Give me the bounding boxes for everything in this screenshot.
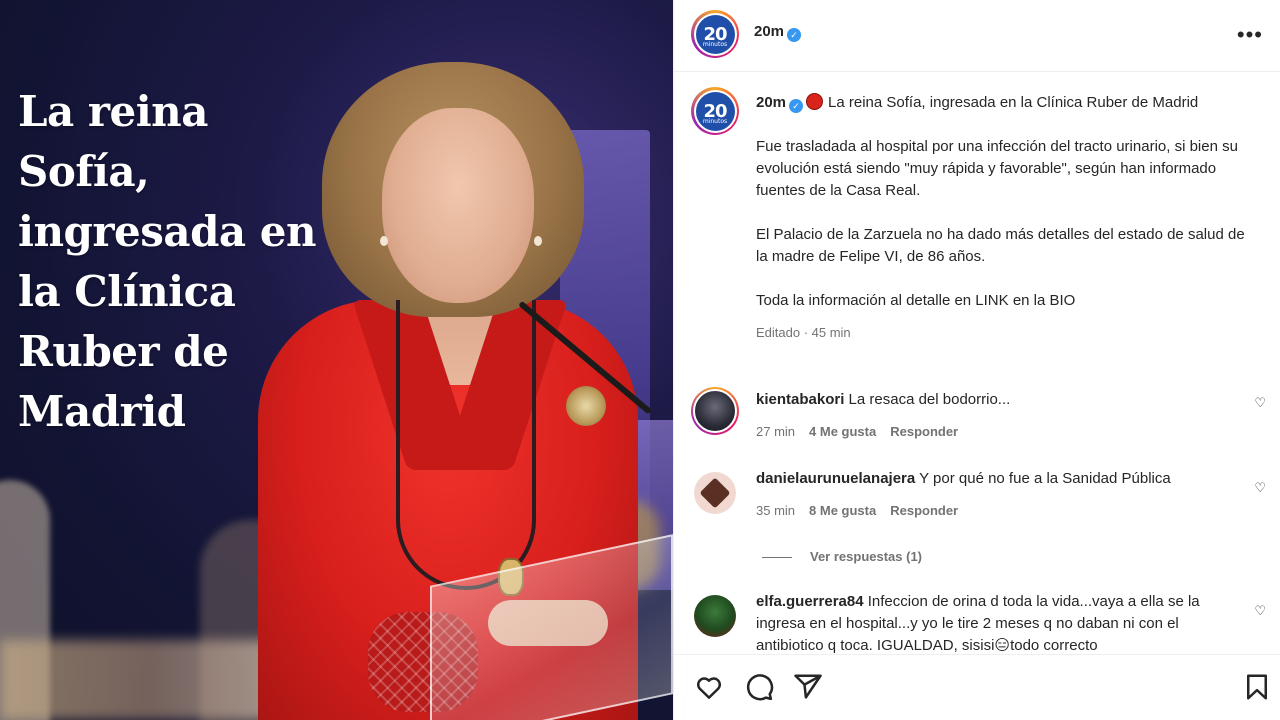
view-replies-button[interactable]: Ver respuestas (1) bbox=[762, 549, 922, 564]
caption-paragraph: Toda la información al detalle en LINK e… bbox=[756, 292, 1076, 309]
post-header: 20 minutos 20m ✓ ••• bbox=[674, 0, 1280, 72]
earring bbox=[380, 236, 388, 246]
comment-like-heart-icon[interactable]: ♡ bbox=[1254, 480, 1266, 496]
brooch bbox=[566, 386, 606, 426]
comment-likes[interactable]: 4 Me gusta bbox=[809, 424, 876, 439]
comment-username[interactable]: danielaurunuelanajera bbox=[756, 470, 915, 487]
send-icon[interactable] bbox=[793, 672, 823, 702]
comment-text: Y por qué no fue a la Sanidad Pública bbox=[919, 470, 1171, 487]
avatar-logo-subtext: minutos bbox=[702, 117, 728, 125]
face bbox=[382, 108, 534, 303]
avatar-logo-subtext: minutos bbox=[702, 40, 728, 48]
comment-like-heart-icon[interactable]: ♡ bbox=[1254, 395, 1266, 411]
post-actions-bar bbox=[674, 654, 1280, 720]
heart-icon[interactable] bbox=[694, 672, 724, 702]
comment-avatar[interactable] bbox=[694, 472, 736, 514]
comment-time: 27 min bbox=[756, 424, 796, 439]
comment-icon[interactable] bbox=[744, 672, 774, 702]
more-options-icon[interactable]: ••• bbox=[1237, 22, 1263, 48]
caption-paragraph: El Palacio de la Zarzuela no ha dado más… bbox=[756, 226, 1245, 265]
post-caption: 20m ✓ La reina Sofía, ingresada en la Clín… bbox=[756, 92, 1256, 344]
caption-title: La reina Sofía, ingresada en la Clínica … bbox=[828, 94, 1199, 111]
caption-paragraph: Fue trasladada al hospital por una infec… bbox=[756, 138, 1238, 199]
comment-likes[interactable]: 8 Me gusta bbox=[809, 503, 876, 518]
medal-necklace bbox=[396, 300, 536, 590]
comment-avatar[interactable] bbox=[694, 595, 736, 637]
caption-avatar[interactable]: 20 minutos bbox=[691, 87, 739, 135]
post-headline: La reina Sofía, ingresada en la Clínica … bbox=[18, 87, 317, 436]
comment-username[interactable]: kientabakori bbox=[756, 391, 844, 408]
reply-button[interactable]: Responder bbox=[890, 424, 958, 439]
header-username[interactable]: 20m bbox=[754, 23, 784, 40]
profile-avatar[interactable]: 20 minutos bbox=[691, 10, 739, 58]
comment-avatar[interactable] bbox=[691, 387, 739, 435]
comment-like-heart-icon[interactable]: ♡ bbox=[1254, 603, 1266, 619]
comments-list[interactable]: kientabakori La resaca del bodorrio... 2… bbox=[674, 380, 1280, 654]
comment-username[interactable]: elfa.guerrera84 bbox=[756, 593, 864, 610]
caption-meta: Editado · 45 min bbox=[756, 325, 851, 340]
earring bbox=[534, 236, 542, 246]
comment-time: 35 min bbox=[756, 503, 796, 518]
verified-badge-icon: ✓ bbox=[789, 99, 804, 113]
red-circle-emoji-icon bbox=[806, 93, 824, 110]
verified-badge-icon: ✓ bbox=[787, 28, 802, 42]
post-image[interactable]: La reina Sofía, ingresada en la Clínica … bbox=[0, 0, 673, 720]
bookmark-icon[interactable] bbox=[1242, 672, 1272, 702]
post-details-panel: 20 minutos 20m ✓ ••• 20 minutos 20m ✓ La rein… bbox=[673, 0, 1280, 720]
caption-username[interactable]: 20m bbox=[756, 94, 786, 111]
header-username-row[interactable]: 20m ✓ bbox=[754, 23, 802, 42]
background-crowd bbox=[0, 640, 300, 720]
reply-button[interactable]: Responder bbox=[890, 503, 958, 518]
comment-text: La resaca del bodorrio... bbox=[848, 391, 1011, 408]
